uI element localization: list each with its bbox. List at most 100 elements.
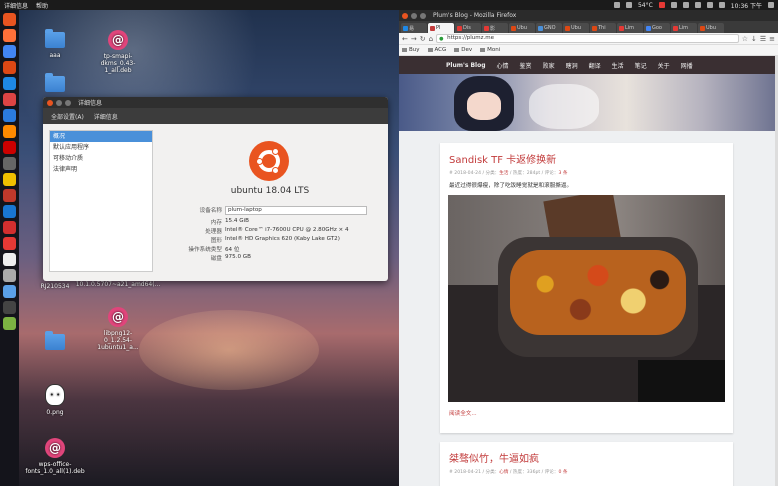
browser-tab[interactable]: Dis <box>455 23 481 33</box>
menu-icon[interactable]: ≡ <box>769 34 775 44</box>
launcher-app-icon[interactable] <box>3 301 16 314</box>
nav-item-hacks[interactable]: 瞎洞 <box>566 61 578 70</box>
desktop-icon-rj210534[interactable]: RJ210534 <box>27 283 83 290</box>
post-stats: / 热度：284pt / 评论： <box>508 171 559 176</box>
bookmark-moni[interactable]: Moni <box>480 47 500 53</box>
launcher-app-icon[interactable] <box>3 269 16 282</box>
nav-item-mood[interactable]: 心情 <box>497 61 509 70</box>
post-title[interactable]: 桀骜似竹，牛逼如疯 <box>440 442 733 465</box>
nav-item-stream[interactable]: 网播 <box>681 61 693 70</box>
download-icon[interactable]: ↓ <box>751 34 757 44</box>
nav-item-life[interactable]: 生活 <box>612 61 624 70</box>
launcher-app-icon[interactable] <box>3 285 16 298</box>
maximize-icon[interactable] <box>65 99 71 106</box>
desktop-icon-0png[interactable]: • • 0.png <box>27 384 83 416</box>
settings-titlebar[interactable]: 详细信息 <box>43 97 388 108</box>
nav-item-about[interactable]: 关于 <box>658 61 670 70</box>
network-icon[interactable] <box>682 2 689 8</box>
nav-item-shopping[interactable]: 败家 <box>543 61 555 70</box>
nav-item-notes[interactable]: 笔记 <box>635 61 647 70</box>
launcher-app-icon[interactable] <box>3 189 16 202</box>
bookmark-star-icon[interactable]: ☆ <box>742 34 748 44</box>
close-icon[interactable] <box>47 99 53 106</box>
browser-tab[interactable]: Lim <box>671 23 697 33</box>
launcher-app-icon[interactable] <box>3 253 16 266</box>
launcher-app-icon[interactable] <box>3 157 16 170</box>
launcher-app-icon[interactable] <box>3 141 16 154</box>
launcher-app-icon[interactable] <box>3 173 16 186</box>
bluetooth-icon[interactable] <box>694 2 701 8</box>
browser-tab[interactable]: Thi <box>590 23 616 33</box>
browser-tab[interactable]: Ubu <box>509 23 535 33</box>
nav-item-translate[interactable]: 翻译 <box>589 61 601 70</box>
desktop-icon-libpng[interactable]: @ libpng12-0_1.2.54-1ubuntu1_a... <box>90 307 146 351</box>
firefox-titlebar[interactable]: Plum's Blog - Mozilla Firefox <box>399 10 778 21</box>
minimize-icon[interactable] <box>56 99 62 106</box>
browser-tab[interactable]: Ubu <box>563 23 589 33</box>
app-indicator-icon[interactable] <box>658 2 665 8</box>
home-icon[interactable]: ⌂ <box>429 34 433 44</box>
sidebar-item-removable-media[interactable]: 可移动介质 <box>50 153 152 164</box>
desktop-icon-folder[interactable] <box>27 73 83 92</box>
desktop-icon-folder-2[interactable] <box>27 331 83 350</box>
reload-icon[interactable]: ↻ <box>420 34 426 44</box>
launcher-app-icon[interactable] <box>3 205 16 218</box>
launcher-app-icon[interactable] <box>3 13 16 26</box>
browser-tab[interactable]: Lim <box>617 23 643 33</box>
post-title[interactable]: Sandisk TF 卡返修换新 <box>440 143 733 166</box>
temperature-indicator[interactable]: 54°C <box>638 2 653 9</box>
bookmark-buy[interactable]: Buy <box>402 47 420 53</box>
launcher-app-icon[interactable] <box>3 61 16 74</box>
back-icon[interactable]: ← <box>402 34 408 44</box>
browser-tab[interactable]: Pl <box>428 23 454 33</box>
desktop-icon-archive[interactable]: 10.1.0.5707~a21_amd64(... <box>76 281 161 288</box>
browser-tab[interactable]: 易 <box>401 23 427 33</box>
library-icon[interactable]: ☰ <box>760 34 766 44</box>
browser-tab[interactable]: Ubu <box>698 23 724 33</box>
read-more-link[interactable]: 阅读全文... <box>449 409 477 417</box>
firefox-window: Plum's Blog - Mozilla Firefox 易 Pl Dis 影 Ubu… <box>399 10 778 486</box>
bookmark-dev[interactable]: Dev <box>454 47 472 53</box>
post-comments[interactable]: 3 条 <box>558 171 567 176</box>
volume-icon[interactable] <box>718 2 725 8</box>
launcher-app-icon[interactable] <box>3 221 16 234</box>
battery-icon[interactable] <box>706 2 713 8</box>
close-icon[interactable] <box>402 12 408 19</box>
launcher-app-icon[interactable] <box>3 29 16 42</box>
all-settings-button[interactable]: 全部设置(A) <box>51 112 84 121</box>
launcher-app-icon[interactable] <box>3 237 16 250</box>
sidebar-item-legal[interactable]: 法律声明 <box>50 164 152 175</box>
launcher-app-icon[interactable] <box>3 317 16 330</box>
sidebar-item-overview[interactable]: 概况 <box>50 131 152 142</box>
post-photo[interactable] <box>448 195 725 402</box>
desktop-icon-aaa[interactable]: aaa <box>27 29 83 59</box>
hostname-field[interactable]: plum-laptop <box>225 206 367 215</box>
bookmark-acg[interactable]: ACG <box>427 47 446 53</box>
nav-item-review[interactable]: 鉴赏 <box>520 61 532 70</box>
forward-icon[interactable]: → <box>411 34 417 44</box>
browser-tab[interactable]: GNO <box>536 23 562 33</box>
blog-brand[interactable]: Plum's Blog <box>446 62 486 69</box>
post-comments[interactable]: 0 条 <box>558 470 567 475</box>
minimize-icon[interactable] <box>411 12 417 19</box>
launcher-app-icon[interactable] <box>3 45 16 58</box>
desktop-icon-tp-smapi[interactable]: @ tp-smapi-dkms_0.43-1_all.deb <box>90 30 146 74</box>
maximize-icon[interactable] <box>420 12 426 19</box>
folder-icon <box>427 47 433 52</box>
launcher-app-icon[interactable] <box>3 93 16 106</box>
clock[interactable]: 10:36 下午 <box>731 1 762 10</box>
browser-tab[interactable]: 影 <box>482 23 508 33</box>
input-method-icon[interactable] <box>670 2 677 8</box>
browser-tab[interactable]: Goo <box>644 23 670 33</box>
url-bar[interactable]: ● https://plumz.me <box>436 34 739 43</box>
dropbox-icon[interactable] <box>613 2 620 8</box>
power-icon[interactable] <box>768 2 774 8</box>
menu-details[interactable]: 详细信息 <box>4 1 28 10</box>
launcher-app-icon[interactable] <box>3 109 16 122</box>
launcher-app-icon[interactable] <box>3 125 16 138</box>
launcher-app-icon[interactable] <box>3 77 16 90</box>
desktop-icon-wps-fonts[interactable]: @ wps-office-fonts_1.0_all(1).deb <box>25 438 85 475</box>
sidebar-item-default-apps[interactable]: 默认应用程序 <box>50 142 152 153</box>
keyboard-icon[interactable] <box>625 2 632 8</box>
menu-help[interactable]: 帮助 <box>36 1 48 10</box>
